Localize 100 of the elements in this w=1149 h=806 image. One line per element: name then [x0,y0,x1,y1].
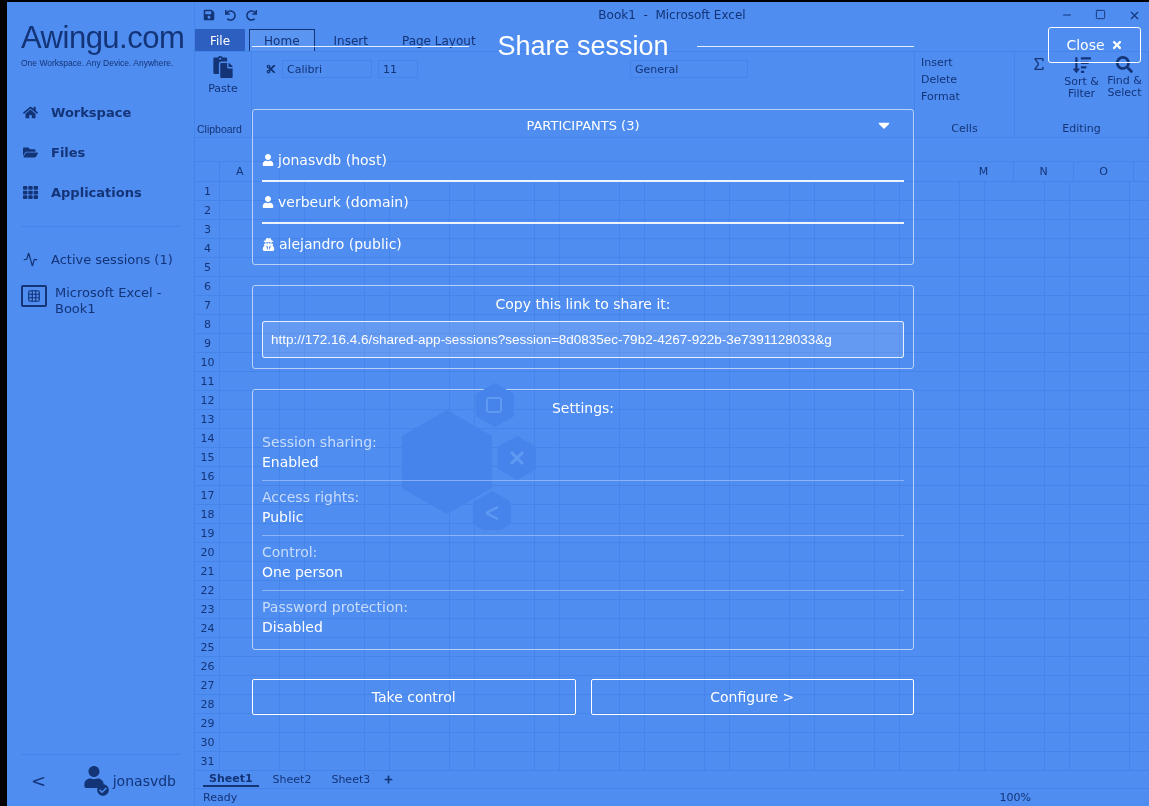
row-number[interactable]: 28 [195,695,220,713]
nav-label: Workspace [51,104,132,120]
group-label: Editing [1061,122,1102,135]
participant-name: jonasvdb (host) [278,152,387,168]
sort-icon[interactable] [1072,56,1091,74]
row-number[interactable]: 21 [195,562,220,580]
row-number[interactable]: 11 [195,372,220,390]
close-button[interactable]: Close [1048,27,1141,63]
row-number[interactable]: 8 [195,315,220,333]
ribbon-tab[interactable]: Home [249,29,315,51]
row-number[interactable]: 29 [195,714,220,732]
sheet-tab[interactable]: Sheet2 [266,773,318,786]
row-number[interactable]: 22 [195,581,220,599]
row-number[interactable]: 27 [195,676,220,694]
save-icon[interactable] [203,9,215,21]
paste-label[interactable]: Paste [208,82,238,95]
setting-label: Control: [262,544,319,560]
link-caption: Copy this link to share it: [495,296,671,312]
redo-icon[interactable] [246,9,257,21]
row-number[interactable]: 30 [195,733,220,751]
setting-value: One person [262,564,344,580]
row-number[interactable]: 17 [195,486,220,504]
nav-item[interactable]: Applications [21,172,180,212]
participant-name: alejandro (public) [279,236,402,252]
nav-label: Files [51,144,86,160]
pulse-icon [21,251,39,267]
status-text: Ready [203,791,238,804]
nav-item[interactable]: Workspace [21,92,180,132]
search-icon[interactable] [1116,56,1133,73]
group-label: Cells [950,122,979,135]
spy-icon [262,237,275,251]
row-number[interactable]: 9 [195,334,220,352]
ribbon-tab[interactable]: Insert [318,29,383,51]
add-sheet-icon[interactable] [384,775,394,784]
sessions-heading: Active sessions (1) [51,251,173,267]
row-number[interactable]: 1 [195,182,220,200]
number-format-field[interactable]: General [630,60,748,78]
spreadsheet-icon [21,285,47,307]
session-item[interactable]: Microsoft Excel - Book1 [55,285,180,317]
cell-action[interactable]: Format [921,90,1008,103]
row-number[interactable]: 26 [195,657,220,675]
column-header[interactable]: N [1014,162,1074,181]
tagline: One Workspace. Any Device. Anywhere. [21,58,175,68]
row-number[interactable]: 19 [195,524,220,542]
row-number[interactable]: 18 [195,505,220,523]
clipboard-icon[interactable] [212,56,234,78]
window-title: Book1 - Microsoft Excel [598,8,746,22]
row-number[interactable]: 13 [195,410,220,428]
row-number[interactable]: 15 [195,448,220,466]
row-number[interactable]: 24 [195,619,220,637]
row-number[interactable]: 7 [195,296,220,314]
participant-name: verbeurk (domain) [278,194,409,210]
user-name[interactable]: jonasvdb [112,772,176,789]
sheet-tab[interactable]: Sheet1 [203,772,259,787]
setting-value: Disabled [262,619,324,635]
find-select-label[interactable]: Find & Select [1107,75,1142,99]
sheet-tab[interactable]: Sheet3 [325,773,377,786]
column-header[interactable]: M [954,162,1014,181]
dialog-button[interactable]: Configure > [590,679,914,715]
close-icon [1110,39,1123,51]
back-link[interactable]: < [31,770,47,791]
participants-header[interactable]: PARTICIPANTS (3) [526,117,640,133]
group-label: Clipboard [197,123,243,135]
settings-title: Settings: [550,400,616,418]
row-number[interactable]: 12 [195,391,220,409]
scissors-icon[interactable] [266,64,276,74]
ribbon-tab[interactable]: File [195,29,246,51]
size-field[interactable]: 11 [378,60,418,78]
row-number[interactable]: 6 [195,277,220,295]
zoom-level: 100% [999,791,1031,804]
setting-value: Public [262,509,305,525]
setting-label: Access rights: [262,489,361,505]
row-number[interactable]: 23 [195,600,220,618]
row-number[interactable]: 2 [195,201,220,219]
sort-filter-label[interactable]: Sort & Filter [1064,76,1099,100]
home-icon [21,104,39,120]
row-number[interactable]: 20 [195,543,220,561]
undo-icon[interactable] [225,9,236,21]
row-number[interactable]: 14 [195,429,220,447]
row-number[interactable]: 4 [195,239,220,257]
user-icon [262,154,274,166]
row-number[interactable]: 25 [195,638,220,656]
ribbon-tab[interactable]: Page Layout [386,29,491,51]
row-number[interactable]: 10 [195,353,220,371]
column-header[interactable]: O [1074,162,1134,181]
link-field[interactable]: http://172.16.4.6/shared-app-sessions?session=8d0835ec-79b2-4267-922b-3e7391128033&g [262,321,904,358]
user-avatar-icon [82,765,109,796]
row-number[interactable]: 16 [195,467,220,485]
row-number[interactable]: 5 [195,258,220,276]
setting-label: Password protection: [262,599,410,615]
maximize-icon[interactable] [1095,8,1106,22]
grid-icon [21,184,39,200]
row-number[interactable]: 31 [195,752,220,770]
nav-item[interactable]: Files [21,132,180,172]
font-field[interactable]: Calibri [282,60,372,78]
cell-action[interactable]: Delete [921,73,1008,86]
cell-action[interactable]: Insert [921,56,1008,69]
row-number[interactable]: 3 [195,220,220,238]
dialog-button[interactable]: Take control [252,679,576,715]
nav-label: Applications [51,184,142,200]
